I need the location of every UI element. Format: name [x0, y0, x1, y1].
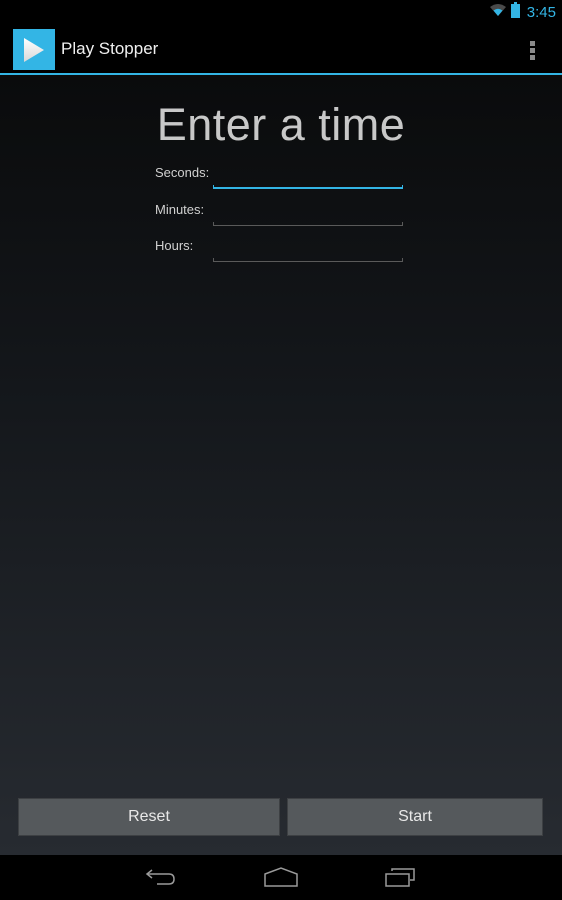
- hours-input[interactable]: [213, 240, 403, 260]
- seconds-input[interactable]: [213, 167, 403, 187]
- seconds-label: Seconds:: [155, 165, 210, 180]
- status-time: 3:45: [526, 4, 556, 21]
- hours-input-underline: [213, 258, 403, 262]
- recent-apps-button[interactable]: [381, 865, 421, 889]
- wifi-icon: [489, 3, 507, 22]
- overflow-menu-icon: [529, 40, 535, 46]
- minutes-input[interactable]: [213, 204, 403, 224]
- status-icons: 3:45: [489, 2, 556, 23]
- action-bar: Play Stopper: [0, 25, 562, 73]
- reset-button[interactable]: Reset: [18, 798, 280, 836]
- back-icon: [145, 869, 175, 885]
- start-button[interactable]: Start: [287, 798, 543, 836]
- overflow-menu-button[interactable]: [520, 33, 544, 67]
- app-icon[interactable]: [13, 29, 55, 70]
- seconds-input-underline: [213, 185, 403, 189]
- status-bar: 3:45: [0, 0, 562, 25]
- minutes-input-underline: [213, 222, 403, 226]
- hours-field-row: Hours:: [155, 238, 405, 268]
- page-title: Enter a time: [156, 99, 406, 150]
- home-button[interactable]: [261, 865, 301, 889]
- home-icon: [264, 867, 298, 887]
- recent-apps-icon: [385, 868, 415, 887]
- minutes-field-row: Minutes:: [155, 202, 405, 232]
- hours-label: Hours:: [155, 238, 194, 253]
- app-title: Play Stopper: [61, 39, 159, 58]
- back-button[interactable]: [141, 865, 181, 889]
- battery-icon: [510, 2, 520, 23]
- content-area: Enter a time Seconds: Minutes: Hours: Re…: [0, 75, 562, 855]
- play-icon: [24, 37, 44, 62]
- seconds-field-row: Seconds:: [155, 165, 405, 195]
- minutes-label: Minutes:: [155, 202, 205, 217]
- navigation-bar: [0, 855, 562, 900]
